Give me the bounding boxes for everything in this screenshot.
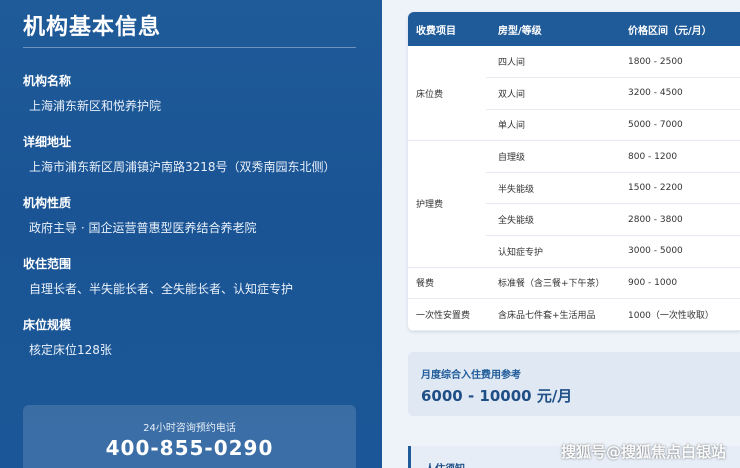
type-cell: 四人间 (486, 46, 616, 79)
price-cell: 1000（一次性收取） (616, 298, 740, 331)
table-row: 护理费 自理级 800 - 1200 (408, 140, 740, 268)
watermark-text: 搜狐号@搜狐焦点白银站 (560, 443, 726, 461)
category-cell: 一次性安置费 (408, 298, 486, 331)
header-item: 收费项目 (408, 12, 486, 46)
header-price: 价格区间（元/月） (616, 12, 740, 46)
type-cell: 标准餐（含三餐+下午茶） (486, 267, 616, 300)
monthly-cost-value: 6000 - 10000 元/月 (421, 387, 573, 405)
field-value-scope: 自理长者、半失能长者、全失能长者、认知症专护 (29, 282, 294, 296)
price-cell: 800 - 1200 (616, 140, 740, 173)
price-cell: 1500 - 2200 (616, 172, 740, 205)
field-value-address: 上海市浦东新区周浦镇沪南路3218号（双秀南园东北侧） (29, 160, 336, 174)
type-cell: 自理级 (486, 140, 616, 173)
type-cell: 含床品七件套+生活用品 (486, 298, 616, 331)
fee-table-container: 收费项目 房型/等级 价格区间（元/月） 床位费 四人间 1800 - 2500… (408, 12, 740, 331)
type-cell: 单人间 (486, 109, 616, 142)
panel-title: 机构基本信息 (23, 15, 162, 40)
header-type: 房型/等级 (486, 12, 616, 46)
type-cell: 双人间 (486, 77, 616, 110)
monthly-cost-card: 月度综合入住费用参考 6000 - 10000 元/月 (408, 352, 740, 416)
price-cell: 3000 - 5000 (616, 235, 740, 268)
field-label-nature: 机构性质 (23, 196, 72, 210)
price-cell: 900 - 1000 (616, 267, 740, 300)
phone-hint: 24小时咨询预约电话 (143, 423, 236, 434)
price-cell: 2800 - 3800 (616, 203, 740, 237)
type-cell: 全失能级 (486, 203, 616, 237)
field-label-name: 机构名称 (23, 74, 72, 88)
fee-table: 收费项目 房型/等级 价格区间（元/月） 床位费 四人间 1800 - 2500… (408, 12, 740, 331)
field-label-address: 详细地址 (23, 135, 72, 149)
field-label-beds: 床位规模 (23, 318, 72, 332)
type-cell: 认知症专护 (486, 235, 616, 268)
phone-card: 24小时咨询预约电话 400-855-0290 (23, 405, 356, 468)
category-cell: 床位费 (408, 46, 486, 142)
monthly-cost-label: 月度综合入住费用参考 (421, 370, 521, 381)
field-label-scope: 收住范围 (23, 257, 72, 271)
table-row: 一次性安置费 含床品七件套+生活用品 1000（一次性收取） (408, 298, 740, 331)
phone-number[interactable]: 400-855-0290 (23, 436, 356, 460)
price-cell: 5000 - 7000 (616, 109, 740, 142)
table-header-row: 收费项目 房型/等级 价格区间（元/月） (408, 12, 740, 46)
table-row: 床位费 四人间 1800 - 2500 (408, 46, 740, 142)
category-cell: 餐费 (408, 267, 486, 300)
price-cell: 3200 - 4500 (616, 77, 740, 110)
table-row: 餐费 标准餐（含三餐+下午茶） 900 - 1000 (408, 267, 740, 300)
type-cell: 半失能级 (486, 172, 616, 205)
category-cell: 护理费 (408, 140, 486, 268)
field-value-nature: 政府主导 · 国企运营普惠型医养结合养老院 (29, 221, 257, 235)
institution-info-panel: 机构基本信息 机构名称 上海浦东新区和悦养护院 详细地址 上海市浦东新区周浦镇沪… (0, 0, 382, 468)
price-cell: 1800 - 2500 (616, 46, 740, 79)
fee-panel: 收费项目 房型/等级 价格区间（元/月） 床位费 四人间 1800 - 2500… (382, 0, 740, 468)
notice-card-title: 人住须知 (425, 460, 465, 468)
title-divider (23, 47, 356, 48)
field-value-beds: 核定床位128张 (29, 343, 112, 357)
field-value-name: 上海浦东新区和悦养护院 (29, 99, 162, 113)
